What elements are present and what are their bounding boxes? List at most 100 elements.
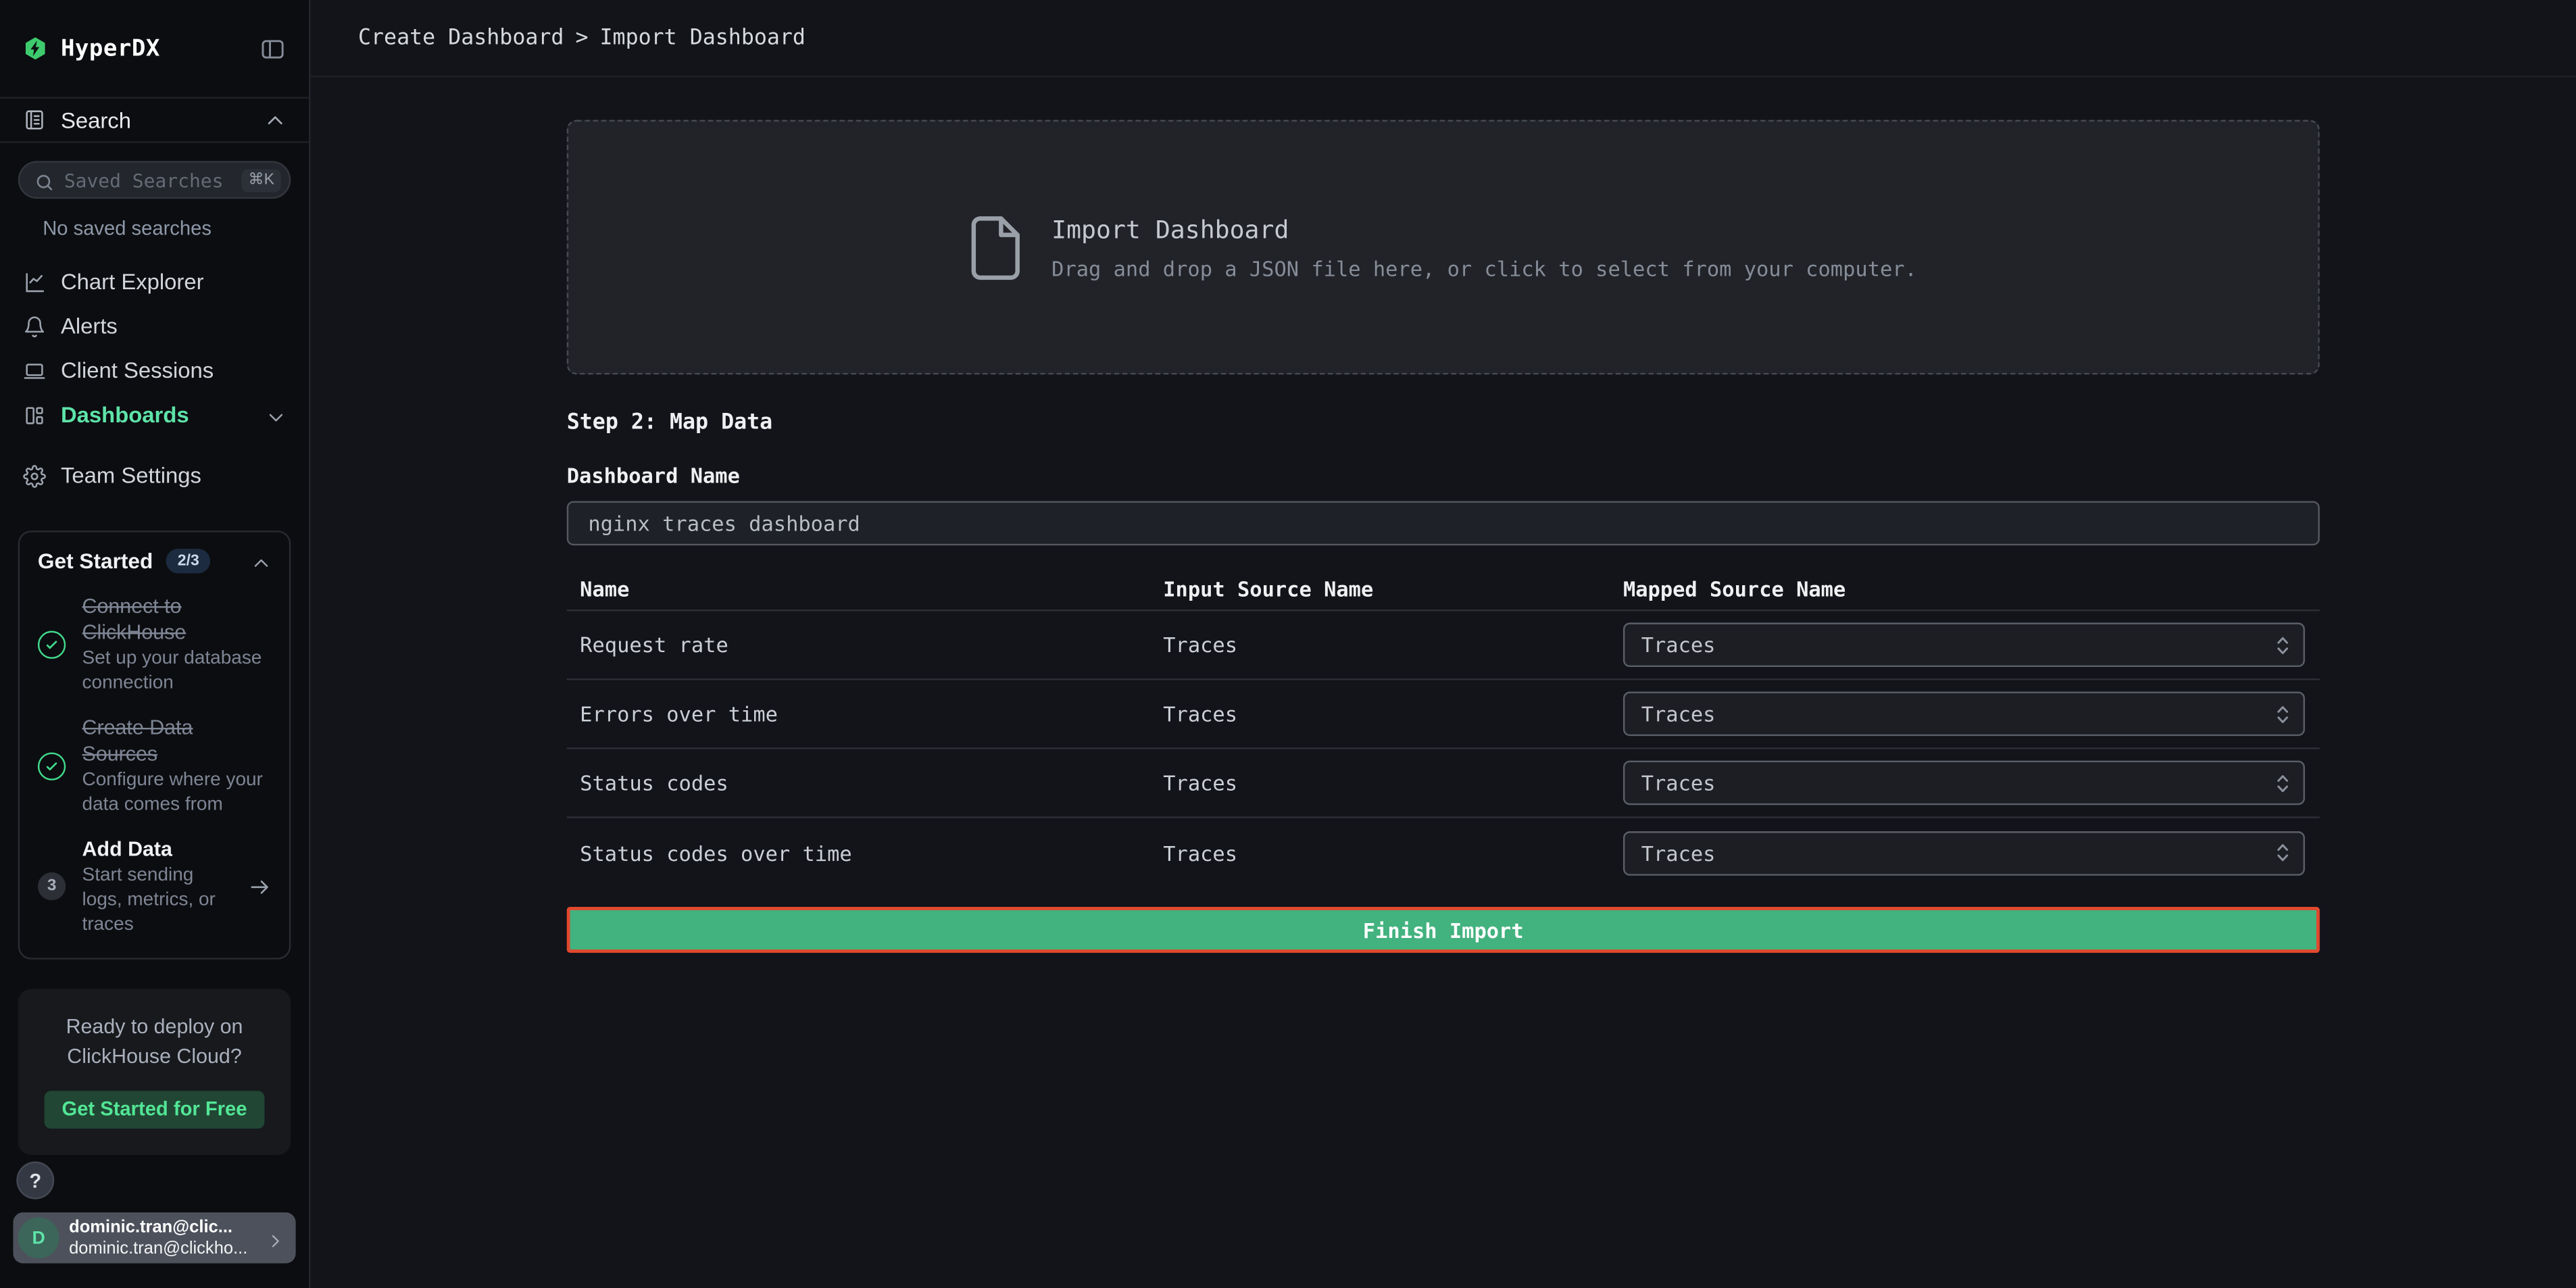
- app-root: HyperDX Search ⌘K No saved searches: [0, 0, 2576, 1288]
- step-connect-clickhouse[interactable]: Connect to ClickHouse Set up your databa…: [38, 593, 271, 697]
- get-started-free-button[interactable]: Get Started for Free: [45, 1091, 265, 1129]
- nav-label: Chart Explorer: [61, 270, 286, 294]
- mapping-table: Name Input Source Name Mapped Source Nam…: [567, 568, 2320, 887]
- user-name: dominic.tran@clic...: [69, 1218, 256, 1238]
- input-source-cell: Traces: [1150, 701, 1623, 726]
- select-chevrons-icon: [2275, 841, 2290, 864]
- sidebar-item-dashboards[interactable]: Dashboards: [0, 393, 309, 437]
- finish-import-button[interactable]: Finish Import: [567, 907, 2320, 953]
- step-description: Start sending logs, metrics, or traces: [82, 864, 232, 937]
- step-description: Set up your database connection: [82, 647, 272, 697]
- nav-label: Team Settings: [61, 464, 286, 488]
- breadcrumb-separator: >: [575, 26, 588, 50]
- user-email: dominic.tran@clickho...: [69, 1238, 256, 1258]
- sidebar-item-team-settings[interactable]: Team Settings: [0, 453, 309, 498]
- selected-value: Traces: [1641, 770, 2275, 795]
- app-title: HyperDX: [61, 35, 247, 61]
- mapped-source-select[interactable]: Traces: [1623, 831, 2305, 875]
- check-circle-icon: [38, 752, 66, 780]
- chart-name-cell: Errors over time: [567, 701, 1150, 726]
- search-icon: [34, 170, 54, 190]
- chevron-down-icon[interactable]: [266, 405, 286, 424]
- selected-value: Traces: [1641, 841, 2275, 865]
- laptop-icon: [23, 359, 46, 382]
- sidebar-item-search[interactable]: Search: [0, 97, 309, 143]
- dashboard-name-label: Dashboard Name: [567, 464, 2320, 488]
- sidebar-item-client-sessions[interactable]: Client Sessions: [0, 348, 309, 393]
- get-started-card: Get Started 2/3 Connect to ClickHouse Se…: [18, 530, 291, 958]
- selected-value: Traces: [1641, 701, 2275, 726]
- mapped-source-select[interactable]: Traces: [1623, 622, 2305, 667]
- sidebar-collapse-icon[interactable]: [259, 35, 286, 61]
- get-started-title: Get Started: [38, 549, 153, 573]
- input-source-cell: Traces: [1150, 841, 1623, 865]
- select-chevrons-icon: [2275, 702, 2290, 725]
- json-dropzone[interactable]: Import Dashboard Drag and drop a JSON fi…: [567, 120, 2320, 374]
- nav-label: Dashboards: [61, 403, 251, 427]
- input-source-cell: Traces: [1150, 770, 1623, 795]
- dropzone-subtitle: Drag and drop a JSON file here, or click…: [1051, 255, 1917, 280]
- step-2-heading: Step 2: Map Data: [567, 411, 2320, 435]
- dropzone-title: Import Dashboard: [1051, 214, 1917, 244]
- sidebar-item-chart-explorer[interactable]: Chart Explorer: [0, 259, 309, 304]
- hyperdx-logo-icon: [23, 36, 47, 60]
- no-saved-searches-text: No saved searches: [43, 217, 309, 240]
- saved-searches-input[interactable]: [64, 168, 232, 191]
- table-header-row: Name Input Source Name Mapped Source Nam…: [567, 568, 2320, 611]
- arrow-right-icon: [248, 875, 271, 898]
- saved-searches-box[interactable]: ⌘K: [18, 161, 291, 199]
- column-header-mapped-source: Mapped Source Name: [1623, 576, 2320, 601]
- bell-icon: [23, 315, 46, 338]
- step-title: Connect to ClickHouse: [82, 593, 272, 646]
- check-circle-icon: [38, 630, 66, 658]
- dashboard-grid-icon: [23, 403, 46, 426]
- step-number-badge: 3: [38, 872, 66, 900]
- chart-name-cell: Status codes over time: [567, 841, 1150, 865]
- nav-label: Client Sessions: [61, 358, 286, 382]
- step-title: Create Data Sources: [82, 714, 272, 767]
- avatar: D: [18, 1217, 59, 1258]
- input-source-cell: Traces: [1150, 633, 1623, 657]
- select-chevrons-icon: [2275, 771, 2290, 794]
- journal-icon: [23, 108, 46, 131]
- breadcrumb-import-dashboard: Import Dashboard: [600, 26, 806, 50]
- dashboard-name-input[interactable]: [567, 501, 2320, 545]
- logo-row: HyperDX: [0, 0, 309, 97]
- help-button[interactable]: ?: [16, 1162, 54, 1199]
- column-header-name: Name: [567, 576, 1150, 601]
- promo-text-line1: Ready to deploy on: [45, 1012, 265, 1041]
- search-section-label: Search: [61, 107, 250, 132]
- chevron-up-icon[interactable]: [251, 551, 271, 571]
- progress-badge: 2/3: [166, 549, 211, 573]
- topbar: Create Dashboard > Import Dashboard: [310, 0, 2576, 77]
- clickhouse-cloud-promo: Ready to deploy on ClickHouse Cloud? Get…: [18, 988, 291, 1154]
- chart-name-cell: Status codes: [567, 770, 1150, 795]
- table-row: Status codes Traces Traces: [567, 749, 2320, 818]
- mapped-source-select[interactable]: Traces: [1623, 692, 2305, 737]
- table-row: Status codes over time Traces Traces: [567, 818, 2320, 887]
- user-menu[interactable]: D dominic.tran@clic... dominic.tran@clic…: [13, 1212, 295, 1263]
- column-header-input-source: Input Source Name: [1150, 576, 1623, 601]
- sidebar: HyperDX Search ⌘K No saved searches: [0, 0, 310, 1288]
- main-area: Create Dashboard > Import Dashboard Impo…: [310, 0, 2576, 1288]
- breadcrumb-create-dashboard[interactable]: Create Dashboard: [358, 26, 564, 50]
- file-icon: [970, 214, 1022, 280]
- shortcut-badge: ⌘K: [242, 168, 281, 191]
- select-chevrons-icon: [2275, 633, 2290, 656]
- promo-text-line2: ClickHouse Cloud?: [45, 1041, 265, 1071]
- table-row: Request rate Traces Traces: [567, 611, 2320, 680]
- nav-label: Alerts: [61, 314, 286, 338]
- step-title: Add Data: [82, 836, 232, 862]
- gear-icon: [23, 464, 46, 487]
- step-add-data[interactable]: 3 Add Data Start sending logs, metrics, …: [38, 836, 271, 937]
- chevron-up-icon[interactable]: [264, 109, 286, 131]
- chart-name-cell: Request rate: [567, 633, 1150, 657]
- line-chart-icon: [23, 270, 46, 293]
- content: Import Dashboard Drag and drop a JSON fi…: [310, 77, 2576, 1288]
- sidebar-item-alerts[interactable]: Alerts: [0, 304, 309, 349]
- step-description: Configure where your data comes from: [82, 768, 272, 818]
- mapped-source-select[interactable]: Traces: [1623, 761, 2305, 806]
- table-row: Errors over time Traces Traces: [567, 680, 2320, 749]
- step-create-data-sources[interactable]: Create Data Sources Configure where your…: [38, 714, 271, 818]
- selected-value: Traces: [1641, 633, 2275, 657]
